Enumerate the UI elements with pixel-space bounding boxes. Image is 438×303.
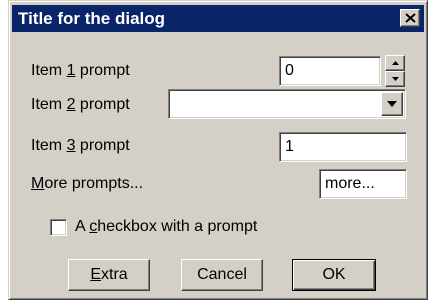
item2-label-prefix: Item (31, 96, 67, 113)
item3-label-suffix: prompt (75, 137, 130, 154)
item3-input[interactable]: 1 (279, 132, 407, 162)
more-field-value: more... (325, 175, 375, 192)
spinner-down-button[interactable] (385, 71, 405, 87)
arrow-up-icon (392, 61, 399, 65)
close-x-icon (405, 13, 416, 23)
dialog-window: Title for the dialog Item 1 prompt 0 Ite… (8, 0, 428, 300)
title-bar: Title for the dialog (12, 5, 424, 32)
cancel-button-label: Cancel (197, 266, 247, 283)
item1-label-suffix: prompt (75, 62, 130, 79)
dropdown-button[interactable] (381, 92, 403, 116)
item1-label: Item 1 prompt (31, 61, 130, 81)
prompt-checkbox[interactable] (50, 219, 67, 236)
chevron-down-icon (387, 101, 397, 107)
item1-input[interactable]: 0 (279, 56, 381, 86)
item1-value: 0 (285, 62, 294, 79)
spinner-up-button[interactable] (385, 55, 405, 71)
arrow-down-icon (392, 77, 399, 81)
checkbox-label[interactable]: A checkbox with a prompt (75, 217, 257, 237)
ok-button[interactable]: OK (292, 259, 376, 291)
item2-label-suffix: prompt (75, 96, 130, 113)
extra-button-mnemonic: E (90, 266, 101, 283)
checkbox-label-suffix: heckbox with a prompt (97, 218, 258, 235)
item3-value: 1 (285, 138, 294, 155)
checkbox-label-prefix: A (75, 218, 90, 235)
item2-label: Item 2 prompt (31, 95, 130, 115)
item3-label-prefix: Item (31, 137, 67, 154)
cancel-button[interactable]: Cancel (181, 259, 263, 291)
extra-button[interactable]: Extra (68, 259, 150, 291)
ok-button-label: OK (322, 266, 346, 283)
more-prompts-label: More prompts... (31, 174, 143, 194)
item2-dropdown[interactable] (168, 89, 406, 119)
more-label-rest: ore prompts... (44, 175, 144, 192)
item1-label-prefix: Item (31, 62, 67, 79)
dialog-title: Title for the dialog (18, 9, 166, 28)
extra-button-rest: xtra (101, 266, 128, 283)
more-label-mnemonic: M (31, 175, 45, 192)
close-button[interactable] (400, 9, 420, 27)
more-field[interactable]: more... (319, 169, 407, 199)
item3-label: Item 3 prompt (31, 136, 130, 156)
